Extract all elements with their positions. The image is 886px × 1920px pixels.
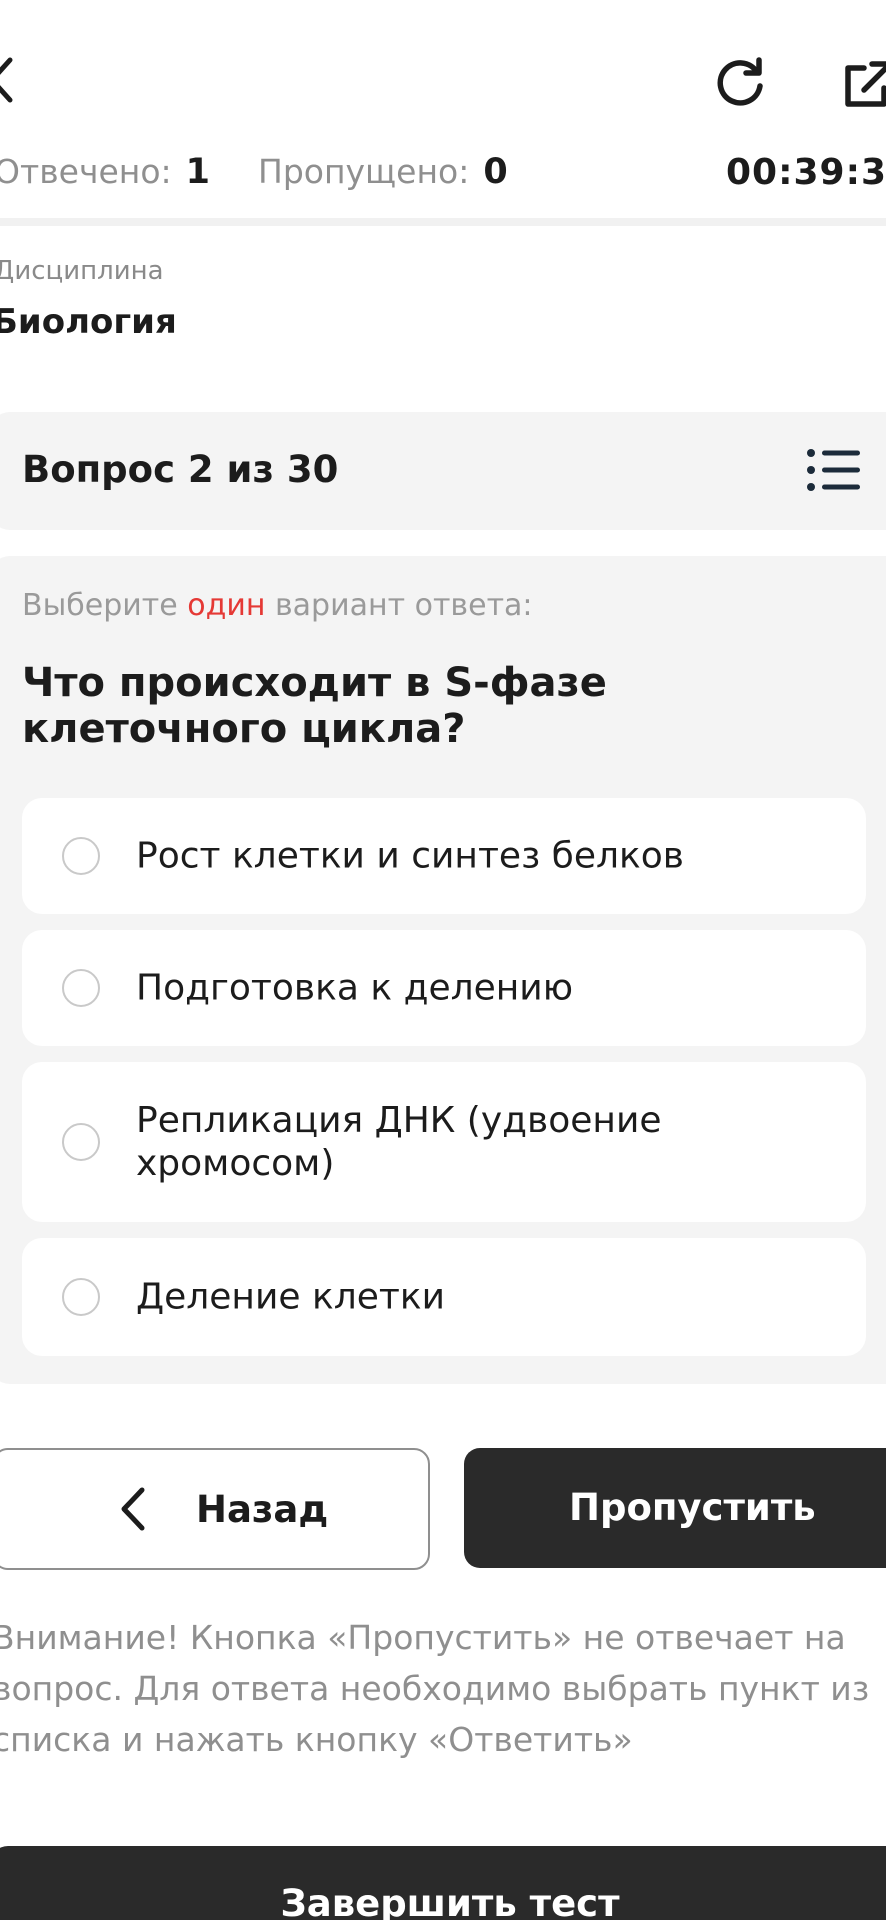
skipped-label: Пропущено: [258, 152, 470, 191]
radio-button[interactable] [62, 837, 100, 875]
radio-button[interactable] [62, 1278, 100, 1316]
question-text: Что происходит в S-фазе клеточного цикла… [22, 660, 607, 752]
test-screen: Отвечено: 1 Пропущено: 0 00:39:35 Дисцип… [0, 0, 886, 1920]
progress-stats: Отвечено: 1 Пропущено: 0 [0, 152, 508, 192]
skip-button-label: Пропустить [569, 1486, 816, 1529]
back-button[interactable]: Назад [0, 1448, 430, 1570]
answer-instruction: Выберите один вариант ответа: [22, 588, 533, 623]
answer-option-label: Подготовка к делению [136, 967, 574, 1009]
header: Отвечено: 1 Пропущено: 0 00:39:35 [0, 0, 886, 220]
timer: 00:39:35 [726, 152, 886, 193]
answer-option-label: Деление клетки [136, 1276, 445, 1318]
radio-button[interactable] [62, 969, 100, 1007]
skip-notice: Внимание! Кнопка «Пропустить» не отвечае… [0, 1618, 870, 1759]
answer-option-label: Репликация ДНК (удвоение хромосом) [136, 1100, 662, 1184]
answer-option-3[interactable]: Репликация ДНК (удвоение хромосом) [22, 1062, 866, 1222]
radio-button[interactable] [62, 1123, 100, 1161]
reload-icon [717, 57, 763, 106]
question-counter: Вопрос 2 из 30 [22, 448, 339, 491]
answered-label: Отвечено: [0, 152, 172, 191]
skipped-count: 0 [483, 152, 508, 192]
back-button-label: Назад [196, 1488, 329, 1531]
instruction-suffix: вариант ответа: [265, 588, 533, 623]
chevron-left-icon[interactable] [0, 56, 16, 104]
instruction-prefix: Выберите [22, 588, 188, 623]
finish-button-label: Завершить тест [280, 1882, 620, 1920]
answer-option-4[interactable]: Деление клетки [22, 1238, 866, 1356]
chevron-left-icon [121, 1487, 145, 1531]
finish-test-button[interactable]: Завершить тест [0, 1846, 886, 1920]
instruction-accent: один [187, 588, 266, 623]
answer-option-label: Рост клетки и синтез белков [136, 835, 685, 877]
answer-option-2[interactable]: Подготовка к делению [22, 930, 866, 1046]
answer-option-1[interactable]: Рост клетки и синтез белков [22, 798, 866, 914]
reload-button[interactable] [712, 54, 768, 110]
answered-count: 1 [185, 152, 210, 192]
discipline-value: Биология [0, 302, 177, 342]
discipline-label: Дисциплина [0, 256, 164, 286]
list-icon[interactable] [806, 446, 862, 494]
external-link-icon[interactable] [840, 58, 886, 110]
header-divider [0, 218, 886, 226]
skip-button[interactable]: Пропустить [464, 1448, 886, 1568]
